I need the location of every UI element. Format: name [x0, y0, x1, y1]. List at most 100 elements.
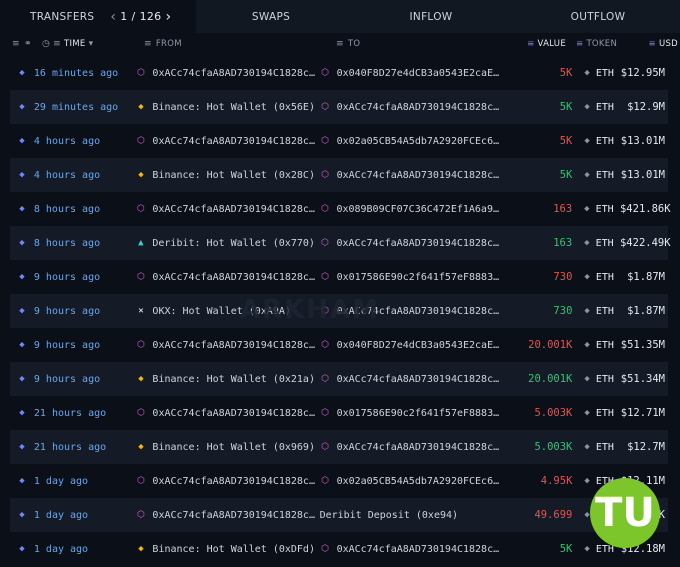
from-address[interactable]: 0xACc74cfaA8AD730194C1828c…	[152, 408, 315, 419]
to-address[interactable]: 0x040F8D27e4dCB3a0543E2caE…	[337, 68, 500, 79]
token-cell[interactable]: ◆ ETH	[572, 68, 620, 79]
from-address[interactable]: Binance: Hot Wallet (0x56E)	[152, 102, 315, 113]
from-cell[interactable]: ◆ Binance: Hot Wallet (0xDFd)	[135, 544, 319, 555]
row-time-link[interactable]: 4 hours ago	[34, 136, 136, 147]
table-row[interactable]: ◆ 4 hours ago ⬡ 0xACc74cfaA8AD730194C1828c……	[10, 124, 668, 158]
row-time-link[interactable]: 1 day ago	[34, 476, 136, 487]
to-cell[interactable]: ⬡ 0xACc74cfaA8AD730194C1828c…	[320, 442, 509, 453]
from-address[interactable]: Binance: Hot Wallet (0x28C)	[152, 170, 315, 181]
token-cell[interactable]: ◆ ETH	[572, 102, 620, 113]
table-row[interactable]: ◆ 9 hours ago ✕ OKX: Hot Wallet (0xA9A) ⬡ 0xA…	[10, 294, 668, 328]
filter-token-icon[interactable]: ≡	[576, 39, 583, 49]
to-address[interactable]: 0xACc74cfaA8AD730194C1828c…	[337, 544, 500, 555]
table-row[interactable]: ◆ 9 hours ago ⬡ 0xACc74cfaA8AD730194C1828c……	[10, 260, 668, 294]
filter-icon[interactable]: ≡	[12, 39, 24, 49]
table-row[interactable]: ◆ 16 minutes ago ⬡ 0xACc74cfaA8AD730194C182…	[10, 56, 668, 90]
to-cell[interactable]: ⬡ 0x017586E90c2f641f57eF8883…	[320, 272, 509, 283]
to-address[interactable]: 0x02a05CB54A5db7A2920FCEc6…	[337, 476, 500, 487]
table-row[interactable]: ◆ 21 hours ago ⬡ 0xACc74cfaA8AD730194C1828c…	[10, 396, 668, 430]
token-cell[interactable]: ◆ ETH	[572, 306, 620, 317]
row-time-link[interactable]: 29 minutes ago	[34, 102, 136, 113]
from-cell[interactable]: ◆ Binance: Hot Wallet (0x56E)	[135, 102, 319, 113]
from-cell[interactable]: ▲ Deribit: Hot Wallet (0x770)	[135, 238, 319, 249]
to-cell[interactable]: ⬡ 0x040F8D27e4dCB3a0543E2caE…	[320, 68, 509, 79]
filter-time-icon[interactable]: ≡	[53, 39, 61, 49]
table-row[interactable]: ◆ 9 hours ago ◆ Binance: Hot Wallet (0x21a)…	[10, 362, 668, 396]
from-address[interactable]: Binance: Hot Wallet (0x21a)	[152, 374, 315, 385]
row-time-link[interactable]: 21 hours ago	[34, 408, 136, 419]
to-cell[interactable]: Deribit Deposit (0xe94)	[320, 510, 509, 521]
from-cell[interactable]: ⬡ 0xACc74cfaA8AD730194C1828c…	[135, 340, 319, 351]
to-cell[interactable]: ⬡ 0x02a05CB54A5db7A2920FCEc6…	[320, 476, 509, 487]
tab-transfers[interactable]: TRANSFERS ‹ 1 / 126 ›	[0, 0, 196, 33]
to-address[interactable]: 0xACc74cfaA8AD730194C1828c…	[337, 442, 500, 453]
table-row[interactable]: ◆ 29 minutes ago ◆ Binance: Hot Wallet (0x5…	[10, 90, 668, 124]
from-cell[interactable]: ⬡ 0xACc74cfaA8AD730194C1828c…	[135, 510, 319, 521]
token-cell[interactable]: ◆ ETH	[572, 408, 620, 419]
row-time-link[interactable]: 9 hours ago	[34, 306, 136, 317]
row-time-link[interactable]: 16 minutes ago	[34, 68, 136, 79]
from-cell[interactable]: ⬡ 0xACc74cfaA8AD730194C1828c…	[135, 68, 319, 79]
from-address[interactable]: Binance: Hot Wallet (0xDFd)	[152, 544, 315, 555]
from-address[interactable]: 0xACc74cfaA8AD730194C1828c…	[152, 340, 315, 351]
column-token[interactable]: ≡ TOKEN	[566, 39, 626, 49]
to-cell[interactable]: ⬡ 0x02a05CB54A5db7A2920FCEc6…	[320, 136, 509, 147]
to-address[interactable]: 0xACc74cfaA8AD730194C1828c…	[336, 238, 499, 249]
sort-down-icon[interactable]: ▾	[89, 39, 94, 49]
to-address[interactable]: 0x017586E90c2f641f57eF8883…	[337, 272, 500, 283]
to-address[interactable]: 0xACc74cfaA8AD730194C1828c…	[337, 374, 500, 385]
token-cell[interactable]: ◆ ETH	[572, 272, 620, 283]
table-row[interactable]: ◆ 9 hours ago ⬡ 0xACc74cfaA8AD730194C1828c……	[10, 328, 668, 362]
row-time-link[interactable]: 9 hours ago	[34, 340, 136, 351]
filter-from-icon[interactable]: ≡	[144, 39, 152, 49]
from-cell[interactable]: ⬡ 0xACc74cfaA8AD730194C1828c…	[135, 408, 319, 419]
from-cell[interactable]: ◆ Binance: Hot Wallet (0x28C)	[135, 170, 319, 181]
filter-usd-icon[interactable]: ≡	[649, 39, 656, 49]
table-row[interactable]: ◆ 8 hours ago ⬡ 0xACc74cfaA8AD730194C1828c……	[10, 192, 670, 226]
row-time-link[interactable]: 1 day ago	[34, 544, 136, 555]
column-from[interactable]: ≡ FROM	[144, 39, 336, 49]
from-address[interactable]: 0xACc74cfaA8AD730194C1828c…	[152, 272, 315, 283]
to-address[interactable]: 0x040F8D27e4dCB3a0543E2caE…	[337, 340, 500, 351]
table-row[interactable]: ◆ 1 day ago ⬡ 0xACc74cfaA8AD730194C1828c… ⬡ 0…	[10, 464, 668, 498]
tab-inflow[interactable]: INFLOW	[346, 0, 516, 33]
token-cell[interactable]: ◆ ETH	[572, 374, 620, 385]
column-value[interactable]: ≡ VALUE	[526, 39, 566, 49]
from-address[interactable]: OKX: Hot Wallet (0xA9A)	[152, 306, 290, 317]
tab-outflow[interactable]: OUTFLOW	[516, 0, 680, 33]
from-cell[interactable]: ⬡ 0xACc74cfaA8AD730194C1828c…	[135, 272, 319, 283]
from-cell[interactable]: ◆ Binance: Hot Wallet (0x21a)	[135, 374, 319, 385]
to-address[interactable]: 0x02a05CB54A5db7A2920FCEc6…	[337, 136, 500, 147]
column-time[interactable]: ◷ ≡ TIME ▾	[42, 39, 144, 49]
to-cell[interactable]: ⬡ 0xACc74cfaA8AD730194C1828c…	[320, 170, 509, 181]
row-time-link[interactable]: 9 hours ago	[34, 374, 136, 385]
table-row[interactable]: ◆ 4 hours ago ◆ Binance: Hot Wallet (0x28C)…	[10, 158, 668, 192]
row-time-link[interactable]: 8 hours ago	[34, 238, 135, 249]
column-usd[interactable]: ≡ USD	[626, 39, 678, 49]
to-address[interactable]: 0xACc74cfaA8AD730194C1828c…	[337, 170, 500, 181]
to-cell[interactable]: ⬡ 0xACc74cfaA8AD730194C1828c…	[320, 102, 509, 113]
to-address[interactable]: 0x017586E90c2f641f57eF8883…	[337, 408, 500, 419]
token-cell[interactable]: ◆ ETH	[572, 442, 620, 453]
column-to[interactable]: ≡ TO	[336, 39, 526, 49]
token-cell[interactable]: ◆ ETH	[572, 136, 620, 147]
from-cell[interactable]: ⬡ 0xACc74cfaA8AD730194C1828c…	[135, 476, 319, 487]
token-cell[interactable]: ◆ ETH	[572, 340, 620, 351]
row-time-link[interactable]: 21 hours ago	[34, 442, 136, 453]
to-cell[interactable]: ⬡ 0xACc74cfaA8AD730194C1828c…	[320, 374, 509, 385]
from-address[interactable]: 0xACc74cfaA8AD730194C1828c…	[152, 136, 315, 147]
from-address[interactable]: Binance: Hot Wallet (0x969)	[152, 442, 315, 453]
from-address[interactable]: 0xACc74cfaA8AD730194C1828c…	[152, 510, 315, 521]
table-row[interactable]: ◆ 8 hours ago ▲ Deribit: Hot Wallet (0x770)…	[10, 226, 671, 260]
from-address[interactable]: 0xACc74cfaA8AD730194C1828c…	[152, 204, 315, 215]
row-time-link[interactable]: 4 hours ago	[34, 170, 136, 181]
from-address[interactable]: Deribit: Hot Wallet (0x770)	[152, 238, 315, 249]
row-time-link[interactable]: 1 day ago	[34, 510, 136, 521]
to-cell[interactable]: ⬡ 0xACc74cfaA8AD730194C1828c…	[320, 544, 509, 555]
chevron-left-icon[interactable]: ‹	[106, 9, 120, 25]
table-row[interactable]: ◆ 1 day ago ◆ Binance: Hot Wallet (0xDFd) ⬡ 0…	[10, 532, 668, 566]
chevron-right-icon[interactable]: ›	[161, 9, 175, 25]
to-address[interactable]: 0xACc74cfaA8AD730194C1828c…	[337, 306, 500, 317]
token-cell[interactable]: ◆ ETH	[572, 238, 620, 249]
row-time-link[interactable]: 8 hours ago	[34, 204, 135, 215]
